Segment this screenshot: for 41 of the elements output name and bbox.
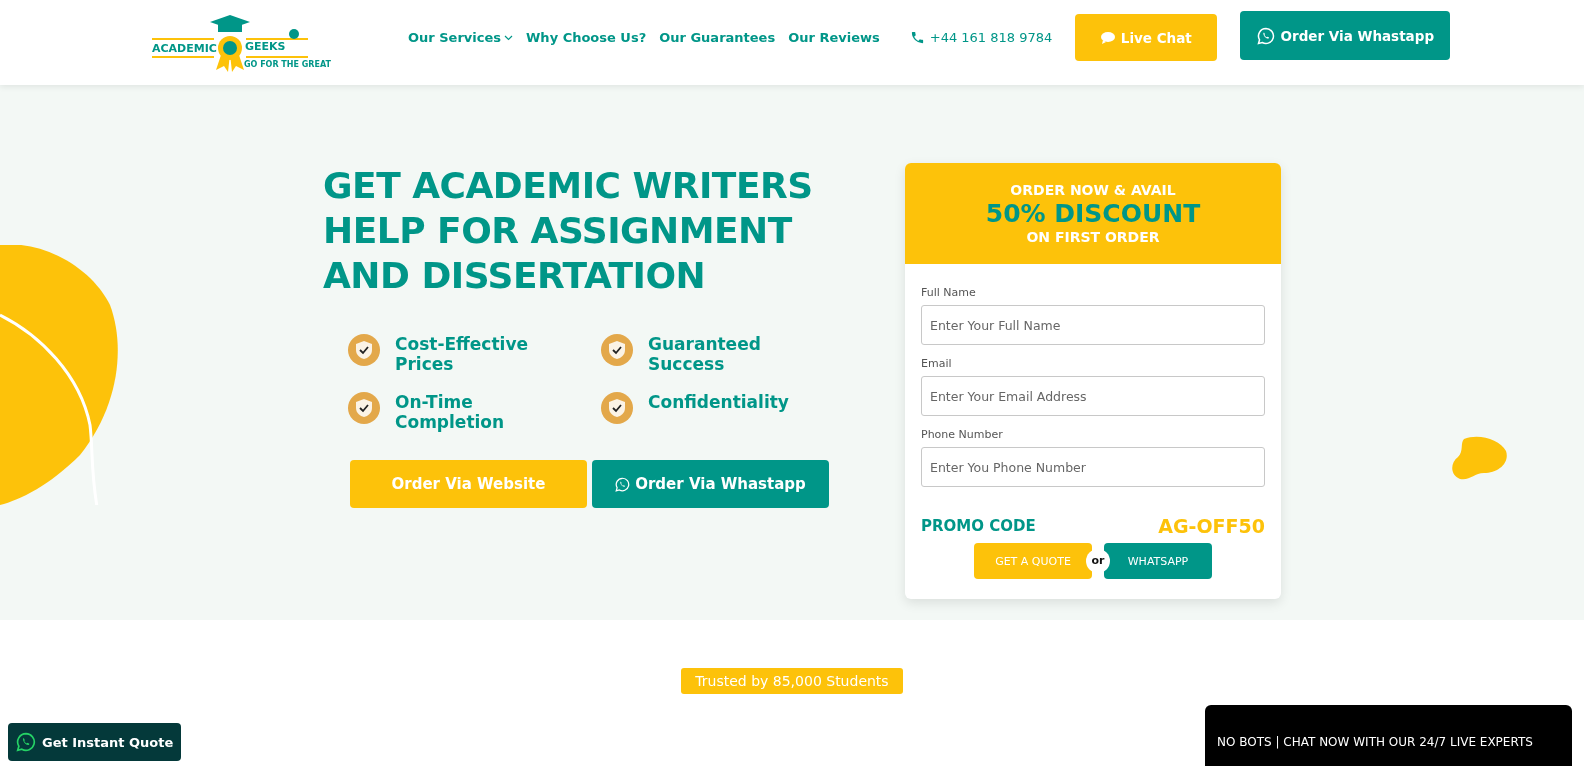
banner-text: ORDER NOW & AVAIL [1010, 181, 1176, 199]
whatsapp-button[interactable]: WHATSAPP [1104, 543, 1212, 579]
phone-icon [909, 30, 925, 45]
chat-bubble-icon [1100, 31, 1115, 44]
chat-bar[interactable]: NO BOTS | CHAT NOW WITH OUR 24/7 LIVE EXPERTS [1205, 705, 1572, 766]
paint-blob-drawing [1452, 435, 1508, 481]
shield-check-icon [601, 392, 633, 424]
field-label: Full Name [921, 286, 977, 299]
hero-heading: GET ACADEMIC WRITERS HELP FOR ASSIGNMENT AND DISSERTATION [323, 164, 814, 298]
nav-link[interactable]: Our Reviews [788, 30, 880, 45]
field-label: Email [921, 357, 953, 370]
whatsapp-order-button[interactable]: Order Via Whastapp [592, 460, 829, 508]
feature-text: On-Time Completion [395, 392, 506, 432]
whatsapp-icon [16, 732, 36, 752]
promo-code: AG-OFF50 [1158, 515, 1265, 537]
logo-tagline: GO FOR THE GREAT [244, 60, 331, 69]
whatsapp-icon [615, 476, 631, 492]
field-label: Phone Number [921, 428, 1004, 441]
logo[interactable]: ACADEMIC GEEKS GO FOR THE GREAT [152, 11, 334, 74]
shield-check-icon [348, 334, 380, 366]
shield-check-icon [348, 392, 380, 424]
logo-text: ACADEMIC [152, 42, 217, 54]
input-field[interactable]: Enter Your Full Name [921, 305, 1265, 345]
feature-text: Cost-Effective Prices [395, 334, 529, 374]
logo-text: GEEKS [245, 40, 286, 52]
whatsapp-icon [1256, 26, 1275, 45]
trusted-badge: Trusted by 85,000 Students [681, 668, 903, 694]
chevron-down-icon [504, 34, 514, 41]
nav-link[interactable]: Our Services [408, 30, 514, 45]
input-field[interactable]: Enter You Phone Number [921, 447, 1265, 487]
discount-text: 50% DISCOUNT [985, 199, 1201, 228]
instant-quote-button[interactable]: Get Instant Quote [8, 723, 182, 761]
nav-link[interactable]: Why Choose Us? [526, 30, 647, 45]
shield-check-icon [601, 334, 633, 366]
feature-text: Confidentiality [648, 392, 790, 412]
feature-text: Guaranteed Success [648, 334, 762, 374]
promo-label: PROMO CODE [921, 517, 1036, 535]
whatsapp-order-button[interactable]: Order Via Whastapp [1240, 11, 1451, 60]
nav-link[interactable]: Our Guarantees [659, 30, 776, 45]
banner-text: ON FIRST ORDER [1026, 228, 1160, 246]
input-field[interactable]: Enter Your Email Address [921, 376, 1265, 416]
